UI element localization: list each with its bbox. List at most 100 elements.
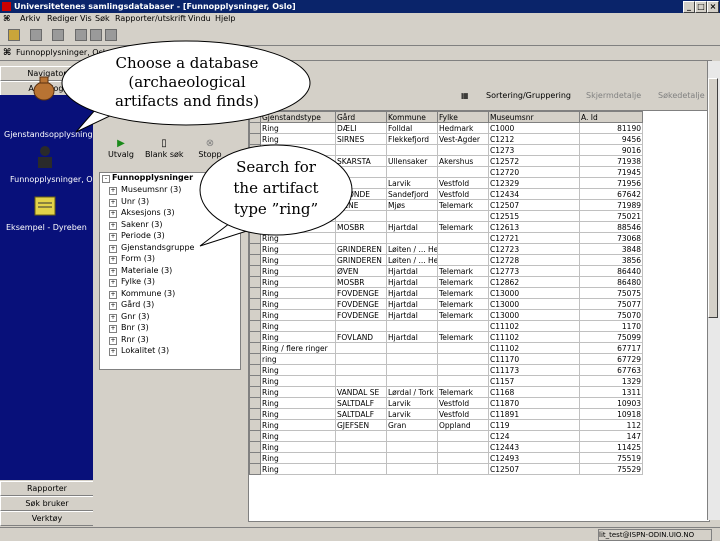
table-row[interactable]: Ring C11173 67763 [249, 364, 643, 376]
open-icon[interactable] [8, 29, 20, 41]
tree-item[interactable]: + Fylke (3) [99, 277, 239, 288]
minimize-button[interactable]: _ [683, 1, 695, 13]
tree-item[interactable]: + Bnr (3) [99, 323, 239, 334]
row-selector[interactable] [249, 309, 261, 321]
row-selector[interactable] [249, 320, 261, 332]
leftbar-item-funnopplysninger[interactable]: Funnopplysninger, Oslo [10, 175, 104, 184]
row-selector[interactable] [249, 265, 261, 277]
expand-toggle[interactable]: + [109, 187, 117, 195]
table-row[interactable]: Ring SALTDALF Larvik Vestfold C11891 10918 [249, 408, 643, 420]
sokedetalje-button[interactable]: Søkedetalje [658, 91, 705, 100]
menu-rapporter[interactable]: Rapporter/utskrift [115, 13, 186, 25]
tree-item[interactable]: + Form (3) [99, 254, 239, 265]
expand-toggle[interactable]: + [109, 302, 117, 310]
expand-toggle[interactable]: + [109, 267, 117, 276]
menu-sok[interactable]: Søk [95, 13, 110, 25]
expand-toggle[interactable]: + [109, 290, 117, 299]
pot-icon[interactable] [31, 74, 57, 102]
row-selector[interactable] [249, 419, 261, 431]
column-header[interactable]: A. Id [579, 111, 643, 123]
save-icon[interactable] [30, 29, 42, 41]
column-header[interactable]: Gård [335, 111, 387, 123]
row-selector[interactable] [249, 353, 261, 365]
row-selector[interactable] [249, 364, 261, 376]
menu-hjelp[interactable]: Hjelp [215, 13, 235, 25]
skjermdetalje-button[interactable]: Skjermdetalje [586, 91, 641, 100]
table-row[interactable]: Ring C12493 75519 [249, 452, 643, 464]
table-row[interactable]: Ring C124 147 [249, 430, 643, 442]
grid-icon[interactable]: ▦ [461, 91, 469, 100]
table-cell [386, 452, 438, 464]
tree-item[interactable]: + Kommune (3) [99, 289, 239, 300]
table-row[interactable]: Ring MOSBR Hjartdal Telemark C12862 86480 [249, 276, 643, 288]
scrollbar-thumb[interactable] [708, 78, 718, 318]
row-selector[interactable] [249, 254, 261, 266]
tree-item[interactable]: + Gård (3) [99, 300, 239, 311]
tree-item[interactable]: + Rnr (3) [99, 335, 239, 346]
leftbar-verktoy-button[interactable]: Verktøy [0, 511, 94, 526]
row-selector[interactable] [249, 298, 261, 310]
column-header[interactable]: Museumsnr [488, 111, 580, 123]
expand-toggle[interactable]: + [109, 325, 117, 333]
column-header[interactable]: Kommune [386, 111, 438, 123]
person-icon[interactable] [34, 145, 56, 169]
expand-toggle[interactable]: + [109, 348, 117, 356]
tree-item[interactable]: + Lokalitet (3) [99, 346, 239, 357]
expand-toggle[interactable]: + [109, 221, 117, 230]
table-row[interactable]: Ring C12443 11425 [249, 441, 643, 453]
row-selector[interactable] [249, 342, 261, 354]
row-selector[interactable] [249, 463, 261, 475]
expand-toggle[interactable]: + [109, 244, 117, 253]
row-selector[interactable] [249, 452, 261, 464]
tree-item[interactable]: + Gnr (3) [99, 312, 239, 323]
tree-item[interactable]: + Materiale (3) [99, 266, 239, 277]
menu-rediger[interactable]: Rediger [47, 13, 78, 25]
table-row[interactable]: Ring C11102 1170 [249, 320, 643, 332]
table-row[interactable]: Ring FOVDENGE Hjartdal Telemark C13000 75077 [249, 298, 643, 310]
table-cell [335, 375, 387, 387]
expand-toggle[interactable]: + [109, 313, 117, 322]
leftbar-sokbruker-button[interactable]: Søk bruker [0, 496, 94, 511]
column-header[interactable]: Fylke [437, 111, 489, 123]
table-row[interactable]: Ring / flere ringer C11102 67717 [249, 342, 643, 354]
menu-arkiv[interactable]: Arkiv [20, 13, 40, 25]
table-row[interactable]: Ring VANDAL SE Lørdal / Tork Telemark C1168 1… [249, 386, 643, 398]
expand-toggle[interactable]: + [109, 210, 117, 218]
table-row[interactable]: Ring FOVLAND Hjartdal Telemark C11102 75099 [249, 331, 643, 343]
table-cell: 67763 [579, 364, 643, 376]
sortering-button[interactable]: Sortering/Gruppering [486, 91, 571, 100]
menu-vis[interactable]: Vis [80, 13, 92, 25]
row-selector[interactable] [249, 375, 261, 387]
folder-icon[interactable] [34, 195, 56, 217]
table-row[interactable]: RingGRINDERENLøiten / ... Hedmark C127283… [249, 254, 643, 266]
utvalg-button[interactable]: ▶ Utvalg [105, 138, 137, 170]
leftbar-rapporter-button[interactable]: Rapporter [0, 481, 94, 496]
maximize-button[interactable]: □ [695, 1, 707, 13]
expand-toggle[interactable]: + [109, 279, 117, 287]
row-selector[interactable] [249, 276, 261, 288]
table-cell: C11102 [488, 342, 580, 354]
table-row[interactable]: Ring SALTDALF Larvik Vestfold C11870 10903 [249, 397, 643, 409]
table-row[interactable]: Ring ØVEN Hjartdal Telemark C12773 86440 [249, 265, 643, 277]
row-selector[interactable] [249, 386, 261, 398]
leftbar-item-eksempel[interactable]: Eksempel - Dyreben [6, 223, 87, 232]
table-row[interactable]: Ring C12507 75529 [249, 463, 643, 475]
blank-sok-button[interactable]: ▯ Blank søk [145, 138, 184, 170]
table-row[interactable]: Ring FOVDENGE Hjartdal Telemark C13000 75075 [249, 287, 643, 299]
table-row[interactable]: ring C11170 67729 [249, 353, 643, 365]
row-selector[interactable] [249, 441, 261, 453]
row-selector[interactable] [249, 397, 261, 409]
expand-toggle[interactable]: + [109, 198, 117, 207]
table-row[interactable]: Ring FOVDENGE Hjartdal Telemark C13000 75070 [249, 309, 643, 321]
expand-toggle[interactable]: + [109, 336, 117, 345]
table-row[interactable]: Ring C1157 1329 [249, 375, 643, 387]
close-button[interactable]: × [707, 1, 719, 13]
row-selector[interactable] [249, 331, 261, 343]
row-selector[interactable] [249, 287, 261, 299]
row-selector[interactable] [249, 430, 261, 442]
expand-toggle[interactable]: + [109, 256, 117, 264]
row-selector[interactable] [249, 408, 261, 420]
table-row[interactable]: Ring GJEFSEN Gran Oppland C119 112 [249, 419, 643, 431]
expand-toggle[interactable]: + [109, 233, 117, 241]
menu-vindu[interactable]: Vindu [188, 13, 211, 25]
